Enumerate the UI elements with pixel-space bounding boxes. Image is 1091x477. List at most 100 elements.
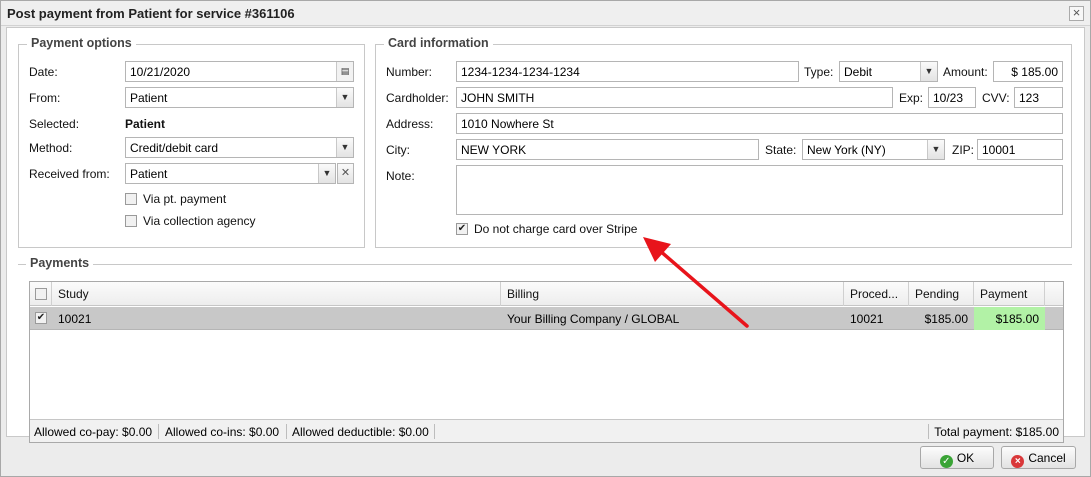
payments-grid: Study Billing Proced... Pending Payment … [29, 281, 1064, 443]
cvv-input[interactable]: 123 [1014, 87, 1063, 108]
method-label: Method: [29, 141, 73, 155]
address-label: Address: [386, 117, 434, 131]
received-from-value: Patient [130, 167, 168, 181]
selected-value: Patient [125, 117, 166, 131]
amount-value: $ 185.00 [1011, 65, 1058, 79]
via-collection-agency-label: Via collection agency [143, 214, 256, 228]
row-procedure: 10021 [850, 312, 884, 326]
no-charge-stripe-checkbox[interactable]: ✔ [456, 223, 468, 235]
row-pending: $185.00 [924, 312, 968, 326]
cvv-label: CVV: [982, 91, 1010, 105]
from-label: From: [29, 91, 61, 105]
col-study[interactable]: Study [52, 282, 501, 306]
state-select[interactable]: New York (NY) ▼ [802, 139, 945, 160]
cancel-button[interactable]: × Cancel [1001, 446, 1076, 469]
card-information-legend: Card information [384, 36, 493, 50]
row-payment[interactable]: $185.00 [974, 307, 1045, 330]
city-input[interactable]: NEW YORK [456, 139, 759, 160]
selected-label: Selected: [29, 117, 80, 131]
type-label: Type: [804, 65, 834, 79]
close-icon[interactable]: × [1069, 6, 1084, 21]
total-payment: Total payment: $185.00 [934, 425, 1059, 439]
clear-icon[interactable]: ✕ [337, 163, 354, 184]
cardholder-value: JOHN SMITH [461, 91, 535, 105]
chevron-down-icon[interactable]: ▼ [318, 164, 335, 183]
select-all-checkbox[interactable] [35, 288, 47, 300]
number-label: Number: [386, 65, 433, 79]
exp-input[interactable]: 10/23 [928, 87, 976, 108]
annotation-arrow [643, 237, 749, 328]
post-payment-dialog: Post payment from Patient for service #3… [0, 0, 1091, 477]
received-from-label: Received from: [29, 167, 110, 181]
amount-input[interactable]: $ 185.00 [993, 61, 1063, 82]
grid-header: Study Billing Proced... Pending Payment [30, 282, 1063, 306]
zip-input[interactable]: 10001 [977, 139, 1063, 160]
ok-label: OK [956, 451, 975, 465]
footer-divider [286, 424, 287, 439]
dialog-titlebar[interactable]: Post payment from Patient for service #3… [1, 1, 1090, 26]
col-pending[interactable]: Pending [909, 282, 974, 306]
state-value: New York (NY) [807, 143, 886, 157]
col-procedure[interactable]: Proced... [844, 282, 909, 306]
check-icon: ✓ [939, 455, 953, 468]
allowed-copay: Allowed co-pay: $0.00 [34, 425, 153, 439]
allowed-deductible: Allowed deductible: $0.00 [292, 425, 429, 439]
from-select[interactable]: Patient ▼ [125, 87, 354, 108]
exp-value: 10/23 [933, 91, 964, 105]
col-payment[interactable]: Payment [974, 282, 1045, 306]
card-type-select[interactable]: Debit ▼ [839, 61, 938, 82]
table-row[interactable]: ✔ 10021 Your Billing Company / GLOBAL 10… [30, 307, 1063, 330]
card-type-value: Debit [844, 65, 873, 79]
via-pt-payment-label: Via pt. payment [143, 192, 227, 206]
note-label: Note: [386, 169, 415, 183]
date-value: 10/21/2020 [130, 65, 191, 79]
date-field[interactable]: 10/21/2020 ▤ [125, 61, 354, 82]
cvv-value: 123 [1019, 91, 1040, 105]
payment-options-legend: Payment options [27, 36, 136, 50]
address-input[interactable]: 1010 Nowhere St [456, 113, 1063, 134]
cancel-label: Cancel [1028, 451, 1066, 465]
cardholder-label: Cardholder: [386, 91, 449, 105]
grid-footer: Allowed co-pay: $0.00 Allowed co-ins: $0… [30, 419, 1063, 442]
state-label: State: [765, 143, 797, 157]
method-value: Credit/debit card [130, 141, 219, 155]
method-select[interactable]: Credit/debit card ▼ [125, 137, 354, 158]
zip-value: 10001 [982, 143, 1016, 157]
chevron-down-icon[interactable]: ▼ [920, 62, 937, 81]
row-study: 10021 [58, 312, 92, 326]
from-value: Patient [130, 91, 168, 105]
footer-divider [928, 424, 929, 439]
card-information-section: Card information Number: 1234-1234-1234-… [375, 36, 1072, 248]
via-pt-payment-checkbox[interactable] [125, 193, 137, 205]
payment-options-section: Payment options Date: 10/21/2020 ▤ From:… [18, 36, 365, 248]
card-number-input[interactable]: 1234-1234-1234-1234 [456, 61, 799, 82]
address-value: 1010 Nowhere St [461, 117, 554, 131]
exp-label: Exp: [899, 91, 924, 105]
payments-legend: Payments [26, 256, 94, 270]
cardholder-input[interactable]: JOHN SMITH [456, 87, 893, 108]
card-number-value: 1234-1234-1234-1234 [461, 65, 580, 79]
zip-label: ZIP: [952, 143, 975, 157]
allowed-coins: Allowed co-ins: $0.00 [165, 425, 280, 439]
chevron-down-icon[interactable]: ▼ [336, 88, 353, 107]
footer-divider [158, 424, 159, 439]
chevron-down-icon[interactable]: ▼ [927, 140, 944, 159]
row-checkbox[interactable]: ✔ [35, 312, 47, 324]
arrow-shaft [657, 248, 749, 328]
date-label: Date: [29, 65, 58, 79]
calendar-icon[interactable]: ▤ [336, 62, 353, 81]
city-value: NEW YORK [461, 143, 527, 157]
chevron-down-icon[interactable]: ▼ [336, 138, 353, 157]
ok-button[interactable]: ✓ OK [920, 446, 994, 469]
note-textarea[interactable] [456, 165, 1063, 215]
select-all-cell[interactable] [30, 282, 52, 306]
no-charge-stripe-label: Do not charge card over Stripe [474, 222, 638, 236]
amount-label: Amount: [943, 65, 988, 79]
cancel-icon: × [1011, 455, 1025, 468]
dialog-title: Post payment from Patient for service #3… [7, 6, 295, 21]
dialog-body: Payment options Date: 10/21/2020 ▤ From:… [6, 27, 1085, 443]
footer-divider [434, 424, 435, 439]
received-from-select[interactable]: Patient ▼ [125, 163, 336, 184]
city-label: City: [386, 143, 410, 157]
via-collection-agency-checkbox[interactable] [125, 215, 137, 227]
